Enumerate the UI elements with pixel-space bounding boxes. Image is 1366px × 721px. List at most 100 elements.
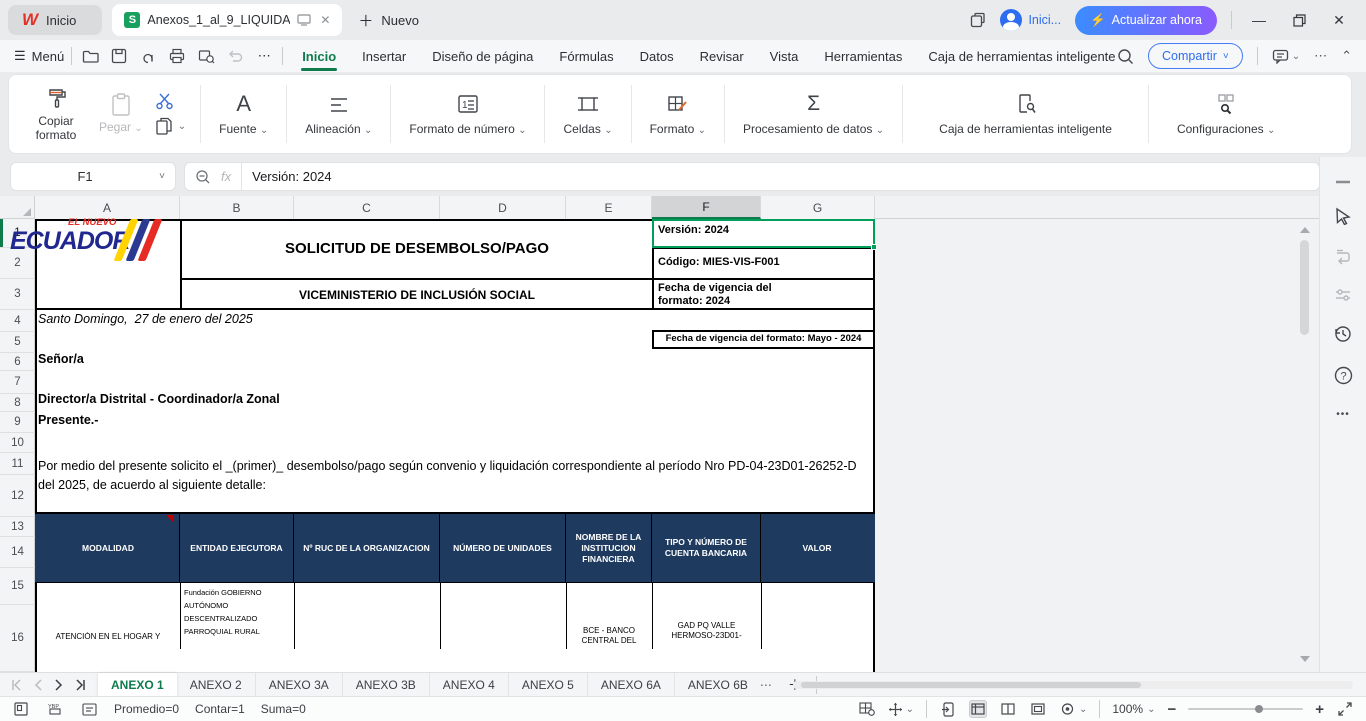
sheet-tab-anexo-3a[interactable]: ANEXO 3A xyxy=(256,673,343,697)
restore-button[interactable] xyxy=(1286,14,1312,27)
menu-diseno-de-pagina[interactable]: Diseño de página xyxy=(431,43,534,70)
row-header-6[interactable]: 6 xyxy=(0,353,35,371)
table-header-entidad[interactable]: ENTIDAD EJECUTORA xyxy=(180,514,294,582)
last-sheet-icon[interactable] xyxy=(69,674,90,696)
more-sheets-icon[interactable]: ⋯ xyxy=(752,678,780,692)
save-icon[interactable] xyxy=(108,45,130,67)
column-header-e[interactable]: E xyxy=(566,196,652,219)
comments-button[interactable]: ⌄ xyxy=(1272,49,1300,64)
row-header-16[interactable]: 16 xyxy=(0,605,35,672)
cell-entidad[interactable]: Fundación GOBIERNO AUTÓNOMO DESCENTRALIZ… xyxy=(184,586,291,649)
horizontal-scroll-thumb[interactable] xyxy=(801,682,1141,688)
font-group-button[interactable]: A Fuente ⌄ xyxy=(203,81,284,147)
normal-view-icon[interactable] xyxy=(969,700,987,718)
vertical-scrollbar[interactable] xyxy=(1298,219,1311,672)
cell-doc-subtitle[interactable]: VICEMINISTERIO DE INCLUSIÓN SOCIAL xyxy=(182,280,652,310)
row-header-15[interactable]: 15 xyxy=(0,568,35,605)
collapse-ribbon-icon[interactable]: ⌃ xyxy=(1341,48,1352,64)
row-header-9[interactable]: 9 xyxy=(0,412,35,433)
close-window-button[interactable]: ✕ xyxy=(1326,12,1352,29)
cell-mode-icon[interactable] xyxy=(12,700,30,718)
cut-button[interactable] xyxy=(155,92,177,110)
format-group-button[interactable]: Formato ⌄ xyxy=(634,81,722,147)
more-options-icon[interactable]: ⋯ xyxy=(1314,48,1327,64)
cell-recipient[interactable]: Director/a Distrital - Coordinador/a Zon… xyxy=(38,392,538,406)
menu-herramientas[interactable]: Herramientas xyxy=(823,43,903,70)
fullscreen-icon[interactable] xyxy=(1336,700,1354,718)
menu-revisar[interactable]: Revisar xyxy=(699,43,745,70)
copy-button[interactable]: ⌄ xyxy=(155,116,186,136)
table-header-ruc[interactable]: Nº RUC DE LA ORGANIZACION xyxy=(294,514,440,582)
table-header-modalidad[interactable]: MODALIDAD xyxy=(37,514,180,582)
table-header-valor[interactable]: VALOR xyxy=(761,514,873,582)
column-header-b[interactable]: B xyxy=(180,196,294,219)
search-icon[interactable] xyxy=(1117,48,1134,65)
zoom-slider-thumb[interactable] xyxy=(1255,705,1263,713)
reading-view-button[interactable]: ⌄ xyxy=(1059,703,1087,715)
menu-caja-herramientas[interactable]: Caja de herramientas inteligente xyxy=(927,43,1116,70)
column-header-g[interactable]: G xyxy=(761,196,875,219)
update-now-button[interactable]: ⚡ Actualizar ahora xyxy=(1075,6,1217,35)
cell-salutation[interactable]: Señor/a xyxy=(38,352,338,366)
sheet-tab-anexo-3b[interactable]: ANEXO 3B xyxy=(343,673,430,697)
print-icon[interactable] xyxy=(166,45,188,67)
row-header-14[interactable]: 14 xyxy=(0,537,35,568)
paste-button[interactable]: Pegar ⌄ xyxy=(99,92,143,136)
row-header-11[interactable]: 11 xyxy=(0,453,35,475)
home-tab[interactable]: W Inicio xyxy=(8,5,102,35)
window-stack-icon[interactable] xyxy=(970,12,986,28)
document-tab[interactable]: S Anexos_1_al_9_LIQUIDACIONE ✕ xyxy=(112,4,342,36)
row-header-13[interactable]: 13 xyxy=(0,517,35,537)
row-header-5[interactable]: 5 xyxy=(0,332,35,353)
cell-modalidad[interactable]: ATENCIÓN EN EL HOGAR Y xyxy=(40,632,176,649)
scroll-up-arrow[interactable] xyxy=(1300,227,1310,233)
adjust-settings-icon[interactable] xyxy=(1332,284,1354,306)
sheet-tab-anexo-6a[interactable]: ANEXO 6A xyxy=(588,673,675,697)
prev-sheet-icon[interactable] xyxy=(27,674,48,696)
next-sheet-icon[interactable] xyxy=(48,674,69,696)
zoom-slider[interactable] xyxy=(1188,708,1303,710)
smart-toolbox-group-button[interactable]: Caja de herramientas inteligente xyxy=(905,81,1146,147)
cell-city-date[interactable]: Santo Domingo, 27 de enero del 2025 xyxy=(38,312,538,326)
alignment-group-button[interactable]: Alineación ⌄ xyxy=(289,81,388,147)
comment-marker[interactable] xyxy=(166,515,173,522)
row-header-12[interactable]: 12 xyxy=(0,475,35,517)
menu-inicio[interactable]: Inicio xyxy=(301,43,337,70)
undo-icon[interactable] xyxy=(224,45,246,67)
open-file-icon[interactable] xyxy=(79,45,101,67)
zoom-level-button[interactable]: 100% ⌄ xyxy=(1112,702,1155,716)
more-tools-icon[interactable]: ••• xyxy=(1332,403,1354,425)
table-header-cuenta[interactable]: TIPO Y NÚMERO DE CUENTA BANCARIA xyxy=(652,514,761,582)
first-sheet-icon[interactable] xyxy=(6,674,27,696)
cell-doc-title[interactable]: SOLICITUD DE DESEMBOLSO/PAGO xyxy=(182,219,652,278)
formula-field[interactable]: fx Versión: 2024 xyxy=(184,162,1320,191)
share-button[interactable]: Compartir ˅ xyxy=(1148,43,1243,69)
menu-vista[interactable]: Vista xyxy=(769,43,800,70)
settings-group-button[interactable]: Configuraciones ⌄ xyxy=(1151,81,1301,147)
cursor-select-icon[interactable] xyxy=(1332,205,1354,227)
menu-datos[interactable]: Datos xyxy=(639,43,675,70)
menu-insertar[interactable]: Insertar xyxy=(361,43,407,70)
main-menu-button[interactable]: ☰ Menú xyxy=(14,48,64,64)
sheet-tab-anexo-1[interactable]: ANEXO 1 xyxy=(98,673,177,697)
column-header-d[interactable]: D xyxy=(440,196,566,219)
close-document-tab-icon[interactable]: ✕ xyxy=(318,13,332,27)
number-format-group-button[interactable]: 1 Formato de número ⌄ xyxy=(393,81,542,147)
help-icon[interactable]: ? xyxy=(1332,364,1354,386)
pan-mode-button[interactable]: ⌄ xyxy=(888,702,914,717)
cell-institucion[interactable]: BCE - BANCO CENTRAL DEL xyxy=(570,626,648,649)
name-box[interactable]: F1 ˅ xyxy=(10,162,176,191)
zoom-formula-icon[interactable] xyxy=(195,169,211,185)
column-header-c[interactable]: C xyxy=(294,196,440,219)
scroll-down-arrow[interactable] xyxy=(1300,656,1310,662)
cell-present[interactable]: Presente.- xyxy=(38,413,338,427)
table-header-institucion[interactable]: NOMBRE DE LA INSTITUCION FINANCIERA xyxy=(566,514,652,582)
fill-handle[interactable] xyxy=(871,244,877,250)
page-layout-view-icon[interactable] xyxy=(999,700,1017,718)
spellcheck-icon[interactable]: YBP xyxy=(46,700,64,718)
fx-icon[interactable]: fx xyxy=(221,169,231,184)
data-processing-group-button[interactable]: Σ Procesamiento de datos ⌄ xyxy=(727,81,900,147)
horizontal-scrollbar[interactable] xyxy=(793,681,1353,689)
cell-cuenta[interactable]: GAD PQ VALLE HERMOSO-23D01- xyxy=(656,621,757,649)
page-break-view-icon[interactable] xyxy=(1029,700,1047,718)
